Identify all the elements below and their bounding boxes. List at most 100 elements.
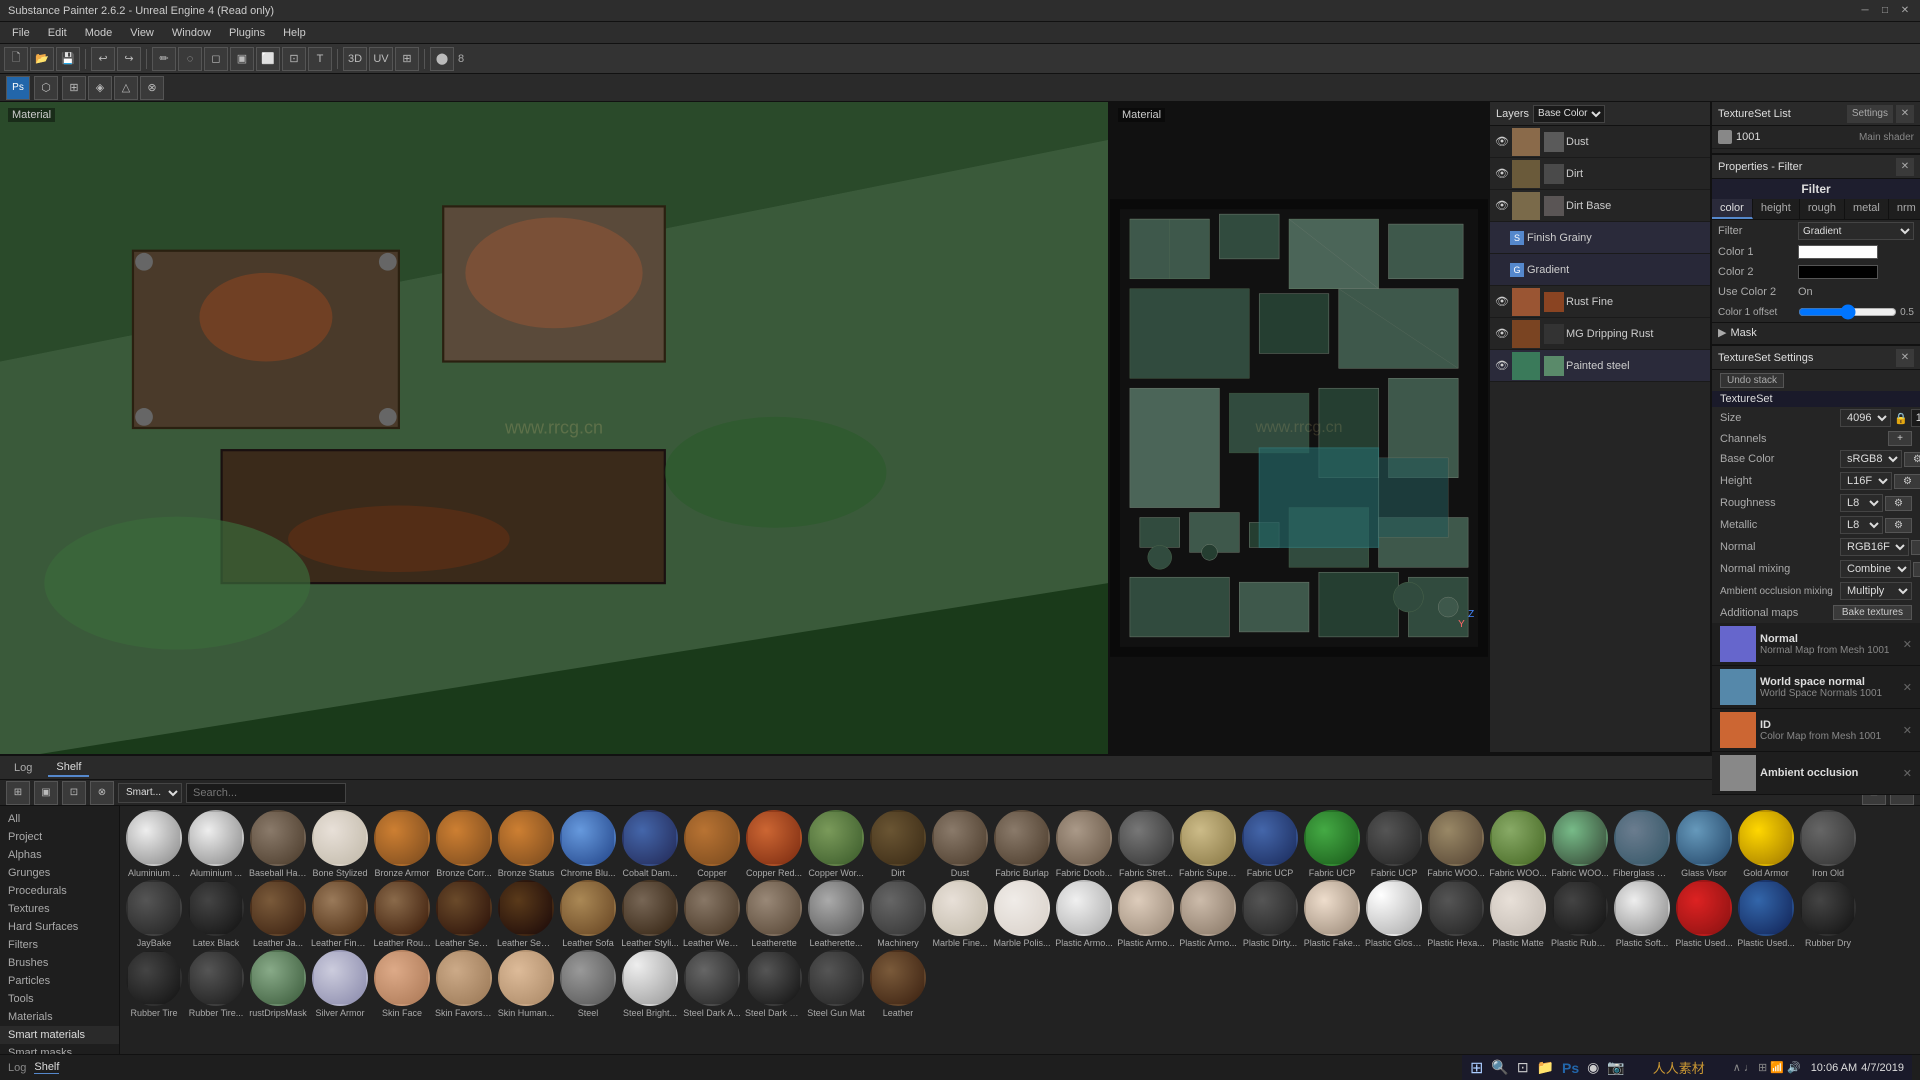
tool-text[interactable]: T bbox=[308, 47, 332, 71]
mat-rubber-tire2[interactable]: Rubber Tire... bbox=[186, 950, 246, 1018]
tool-erase[interactable]: ◻ bbox=[204, 47, 228, 71]
mat-plastic-hexa[interactable]: Plastic Hexa... bbox=[1426, 880, 1486, 948]
mat-rubber-tire[interactable]: Rubber Tire bbox=[124, 950, 184, 1018]
win-other-btn[interactable]: 📷 bbox=[1607, 1059, 1624, 1076]
mat-fabric-super[interactable]: Fabric Super... bbox=[1178, 810, 1238, 878]
close-btn[interactable]: ✕ bbox=[1898, 4, 1912, 18]
mat-marble-fine[interactable]: Marble Fine... bbox=[930, 880, 990, 948]
mat-leather-wea[interactable]: Leather Wea... bbox=[682, 880, 742, 948]
ts-undo-btn[interactable]: Undo stack bbox=[1720, 373, 1784, 388]
mat-plastic-used2[interactable]: Plastic Used... bbox=[1736, 880, 1796, 948]
win-task-btn[interactable]: ⊡ bbox=[1517, 1059, 1529, 1076]
mat-plastic-dirty[interactable]: Plastic Dirty... bbox=[1240, 880, 1300, 948]
tool-uv[interactable]: UV bbox=[369, 47, 393, 71]
ts-list-settings-btn[interactable]: Settings bbox=[1847, 105, 1893, 123]
mat-steel-gun[interactable]: Steel Gun Mat bbox=[806, 950, 866, 1018]
menu-help[interactable]: Help bbox=[275, 25, 314, 41]
tool-paint[interactable]: ✏ bbox=[152, 47, 176, 71]
mat-plastic-armo2[interactable]: Plastic Armo... bbox=[1116, 880, 1176, 948]
mat-iron-old[interactable]: Iron Old bbox=[1798, 810, 1858, 878]
minimize-btn[interactable]: ─ bbox=[1858, 4, 1872, 18]
mat-leather-styli[interactable]: Leather Styli... bbox=[620, 880, 680, 948]
ts-roughness-settings-btn[interactable]: ⚙ bbox=[1885, 496, 1912, 511]
shelf-cat-grunges[interactable]: Grunges bbox=[0, 864, 119, 882]
map-close-normal[interactable]: ✕ bbox=[1903, 638, 1912, 651]
ts-size-select[interactable]: 409620481024 bbox=[1840, 409, 1891, 427]
ts-metallic-select[interactable]: L8 bbox=[1840, 516, 1883, 534]
ts-channels-add-btn[interactable]: + bbox=[1888, 431, 1912, 446]
shelf-tool-4[interactable]: ⊗ bbox=[90, 781, 114, 805]
tool-size[interactable]: ⬤ bbox=[430, 47, 454, 71]
shelf-cat-project[interactable]: Project bbox=[0, 828, 119, 846]
mat-copper[interactable]: Copper bbox=[682, 810, 742, 878]
tool-smudge[interactable]: ◌ bbox=[178, 47, 202, 71]
layers-blend-dropdown[interactable]: Base Color bbox=[1533, 105, 1605, 123]
shelf-filter-select[interactable]: Smart... bbox=[118, 783, 182, 803]
tool-redo[interactable]: ↪ bbox=[117, 47, 141, 71]
ts-normalmixing-btn[interactable]: ⚙ bbox=[1913, 562, 1920, 577]
maximize-btn[interactable]: □ bbox=[1878, 4, 1892, 18]
mat-bronze-armor[interactable]: Bronze Armor bbox=[372, 810, 432, 878]
layer-mode-btn[interactable]: ⊞ bbox=[62, 76, 86, 100]
ts-basecolor-settings-btn[interactable]: ⚙ bbox=[1904, 452, 1920, 467]
mat-leatherette[interactable]: Leatherette bbox=[744, 880, 804, 948]
mat-leatherette2[interactable]: Leatherette... bbox=[806, 880, 866, 948]
mat-leather-fine[interactable]: Leather Fine... bbox=[310, 880, 370, 948]
shelf-cat-filters[interactable]: Filters bbox=[0, 936, 119, 954]
mat-plastic-matte[interactable]: Plastic Matte bbox=[1488, 880, 1548, 948]
mat-aluminium-1[interactable]: Aluminium ... bbox=[124, 810, 184, 878]
mat-chrome-blue[interactable]: Chrome Blu... bbox=[558, 810, 618, 878]
prop-tab-rough[interactable]: rough bbox=[1800, 199, 1845, 219]
mat-cobalt[interactable]: Cobalt Dam... bbox=[620, 810, 680, 878]
ts-size-input[interactable] bbox=[1911, 409, 1920, 427]
mat-bone[interactable]: Bone Stylized bbox=[310, 810, 370, 878]
layer-vis-dirtbase[interactable]: 👁 bbox=[1494, 198, 1510, 214]
ts-normalmixing-select[interactable]: Combine bbox=[1840, 560, 1911, 578]
shelf-cat-all[interactable]: All bbox=[0, 810, 119, 828]
shelf-tool-2[interactable]: ▣ bbox=[34, 781, 58, 805]
ts-height-select[interactable]: L16F bbox=[1840, 472, 1892, 490]
shelf-cat-tools[interactable]: Tools bbox=[0, 990, 119, 1008]
mat-machinery[interactable]: Machinery bbox=[868, 880, 928, 948]
mat-jaybake[interactable]: JayBake bbox=[124, 880, 184, 948]
map-close-id[interactable]: ✕ bbox=[1903, 724, 1912, 737]
ts-roughness-select[interactable]: L8 bbox=[1840, 494, 1883, 512]
status-shelf-tab[interactable]: Shelf bbox=[34, 1061, 59, 1074]
shelf-cat-hard-surfaces[interactable]: Hard Surfaces bbox=[0, 918, 119, 936]
mat-fabric-doob[interactable]: Fabric Doob... bbox=[1054, 810, 1114, 878]
tool-select[interactable]: ⊡ bbox=[282, 47, 306, 71]
ts-normal-select[interactable]: RGB16F bbox=[1840, 538, 1909, 556]
layer-btn-4[interactable]: ⊗ bbox=[140, 76, 164, 100]
tool-save[interactable]: 💾 bbox=[56, 47, 80, 71]
mat-leather-ja[interactable]: Leather Ja... bbox=[248, 880, 308, 948]
prop-tab-metal[interactable]: metal bbox=[1845, 199, 1889, 219]
prop-filter-select[interactable]: Gradient bbox=[1798, 222, 1914, 240]
mat-plastic-used1[interactable]: Plastic Used... bbox=[1674, 880, 1734, 948]
shelf-tab-shelf[interactable]: Shelf bbox=[48, 759, 89, 777]
mat-fabric-ucp-green[interactable]: Fabric UCP bbox=[1302, 810, 1362, 878]
mat-fabric-stretch[interactable]: Fabric Stret... bbox=[1116, 810, 1176, 878]
mat-steel-dark-a[interactable]: Steel Dark A... bbox=[682, 950, 742, 1018]
layer-vis-dust[interactable]: 👁 bbox=[1494, 134, 1510, 150]
mat-baseball[interactable]: Baseball Hat... bbox=[248, 810, 308, 878]
mat-plastic-fake[interactable]: Plastic Fake... bbox=[1302, 880, 1362, 948]
prop-tab-color[interactable]: color bbox=[1712, 199, 1753, 219]
mat-glass-visor[interactable]: Glass Visor bbox=[1674, 810, 1734, 878]
tool-stamp[interactable]: ▣ bbox=[230, 47, 254, 71]
ts-settings-close-btn[interactable]: ✕ bbox=[1896, 349, 1914, 367]
shelf-cat-smart-masks[interactable]: Smart masks bbox=[0, 1044, 119, 1054]
shelf-search-input[interactable] bbox=[186, 783, 346, 803]
mat-leather-sofa[interactable]: Leather Sofa bbox=[558, 880, 618, 948]
mat-fabric-woo2[interactable]: Fabric WOO... bbox=[1488, 810, 1548, 878]
tool-3d[interactable]: 3D bbox=[343, 47, 367, 71]
prop-c1offset-slider[interactable] bbox=[1798, 305, 1897, 319]
mat-silver-armor[interactable]: Silver Armor bbox=[310, 950, 370, 1018]
win-ps-btn[interactable]: Ps bbox=[1562, 1060, 1579, 1076]
mat-aluminium-2[interactable]: Aluminium ... bbox=[186, 810, 246, 878]
tool-open[interactable]: 📂 bbox=[30, 47, 54, 71]
shelf-cat-alphas[interactable]: Alphas bbox=[0, 846, 119, 864]
mat-leather-bottom[interactable]: Leather bbox=[868, 950, 928, 1018]
ts-bake-btn[interactable]: Bake textures bbox=[1833, 605, 1912, 620]
viewport-right[interactable]: Material bbox=[1110, 102, 1490, 754]
mat-leather-seat[interactable]: Leather Seat... bbox=[434, 880, 494, 948]
